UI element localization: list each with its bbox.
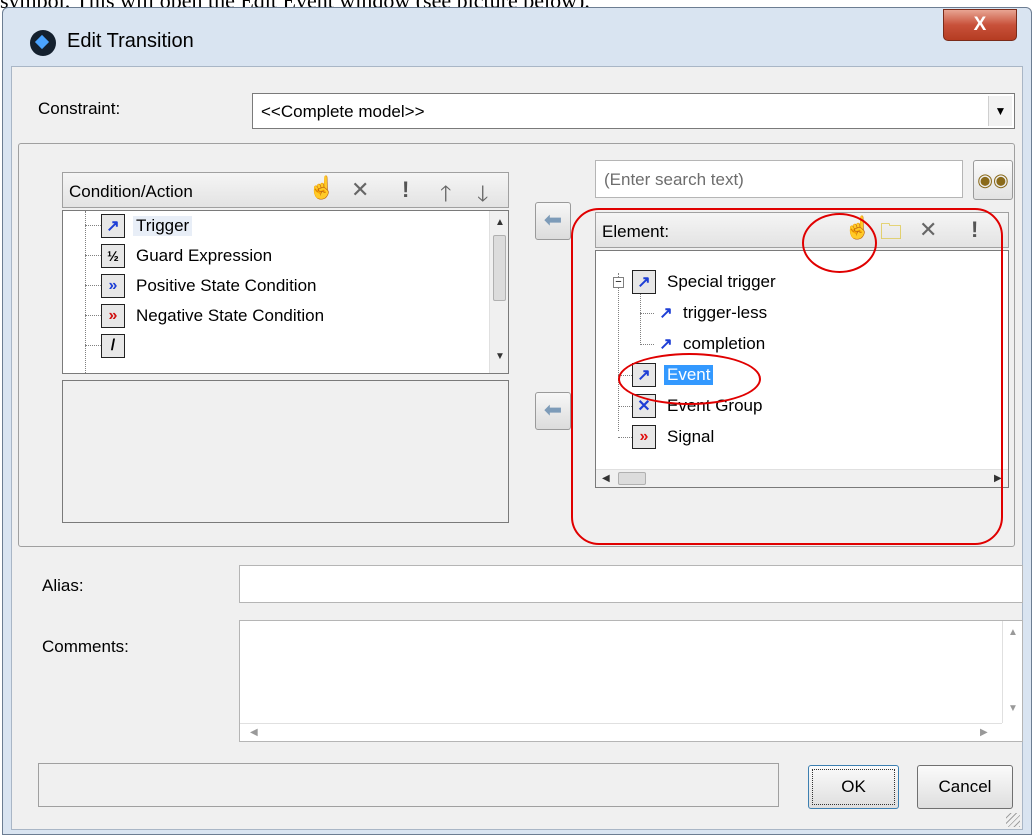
constraint-value: <<Complete model>> — [261, 102, 425, 121]
app-logo-icon — [30, 30, 56, 56]
search-input[interactable]: (Enter search text) — [595, 160, 963, 198]
resize-grip-icon[interactable] — [1006, 813, 1020, 827]
condition-action-header: Condition/Action ☝ ✕ ! 🡑 🡓 — [62, 172, 509, 208]
condition-detail-panel — [62, 380, 509, 523]
negative-state-icon: » — [101, 304, 125, 328]
tree-guide-line — [85, 211, 86, 373]
constraint-dropdown[interactable]: <<Complete model>> ▼ — [252, 93, 1015, 129]
constraint-label: Constraint: — [38, 99, 121, 118]
condition-item-label: Guard Expression — [136, 246, 273, 265]
title-bar: Edit Transition X — [3, 8, 1031, 66]
window-title: Edit Transition — [67, 30, 194, 52]
comments-label: Comments: — [42, 637, 129, 656]
condition-action-title: Condition/Action — [69, 182, 193, 201]
condition-item-label: Positive State Condition — [136, 276, 317, 295]
scroll-left-icon[interactable]: ◀ — [250, 727, 258, 738]
scroll-up-icon[interactable]: ▲ — [495, 217, 505, 228]
condition-item-positive-state[interactable]: » Positive State Condition — [101, 271, 320, 301]
condition-item-action[interactable]: / — [101, 331, 125, 361]
condition-item-label: Negative State Condition — [136, 306, 325, 325]
condition-list-scrollbar[interactable]: ▲ ▼ — [489, 211, 508, 373]
close-button[interactable]: X — [943, 9, 1017, 41]
tree-guide-line — [85, 345, 101, 346]
chevron-down-icon[interactable]: ▼ — [988, 96, 1012, 126]
annotation-new-element — [802, 213, 877, 273]
comments-vscrollbar[interactable]: ▲ ▼ — [1002, 621, 1022, 723]
tree-guide-line — [85, 285, 101, 286]
condition-item-negative-state[interactable]: » Negative State Condition — [101, 301, 327, 331]
scroll-down-icon[interactable]: ▼ — [1008, 703, 1018, 714]
tree-guide-line — [85, 225, 101, 226]
alias-label: Alias: — [42, 576, 84, 595]
condition-item-guard[interactable]: ½ Guard Expression — [101, 241, 275, 271]
tree-guide-line — [85, 255, 101, 256]
positive-state-icon: » — [101, 274, 125, 298]
scroll-up-icon[interactable]: ▲ — [1008, 627, 1018, 638]
status-bar — [38, 763, 779, 807]
scroll-thumb[interactable] — [493, 235, 506, 301]
annotation-event-item — [618, 353, 761, 405]
search-placeholder: (Enter search text) — [604, 170, 744, 189]
move-left-button[interactable]: ⬅ — [535, 202, 571, 240]
scroll-right-icon[interactable]: ▶ — [980, 727, 988, 738]
guard-fraction-icon: ½ — [101, 244, 125, 268]
condition-item-label: Trigger — [133, 216, 193, 236]
action-slash-icon: / — [101, 334, 125, 358]
move-left-button-lower[interactable]: ⬅ — [535, 392, 571, 430]
alias-input[interactable] — [239, 565, 1023, 603]
condition-item-trigger[interactable]: ↗ Trigger — [101, 211, 193, 241]
comments-textarea[interactable]: ▲ ▼ ◀ ▶ — [239, 620, 1023, 742]
trigger-arrow-icon: ↗ — [101, 214, 125, 238]
cancel-button[interactable]: Cancel — [917, 765, 1013, 809]
scroll-down-icon[interactable]: ▼ — [495, 351, 505, 362]
condition-list[interactable]: ↗ Trigger ½ Guard Expression » Positive … — [62, 210, 509, 374]
tree-guide-line — [85, 315, 101, 316]
search-binoculars-icon[interactable]: ◉◉ — [973, 160, 1013, 200]
new-icon[interactable]: ☝ — [308, 175, 335, 201]
comments-hscrollbar[interactable]: ◀ ▶ — [240, 723, 1002, 741]
ok-button[interactable]: OK — [808, 765, 899, 809]
delete-icon[interactable]: ✕ — [351, 177, 369, 203]
exclamation-icon[interactable]: ! — [402, 177, 409, 203]
